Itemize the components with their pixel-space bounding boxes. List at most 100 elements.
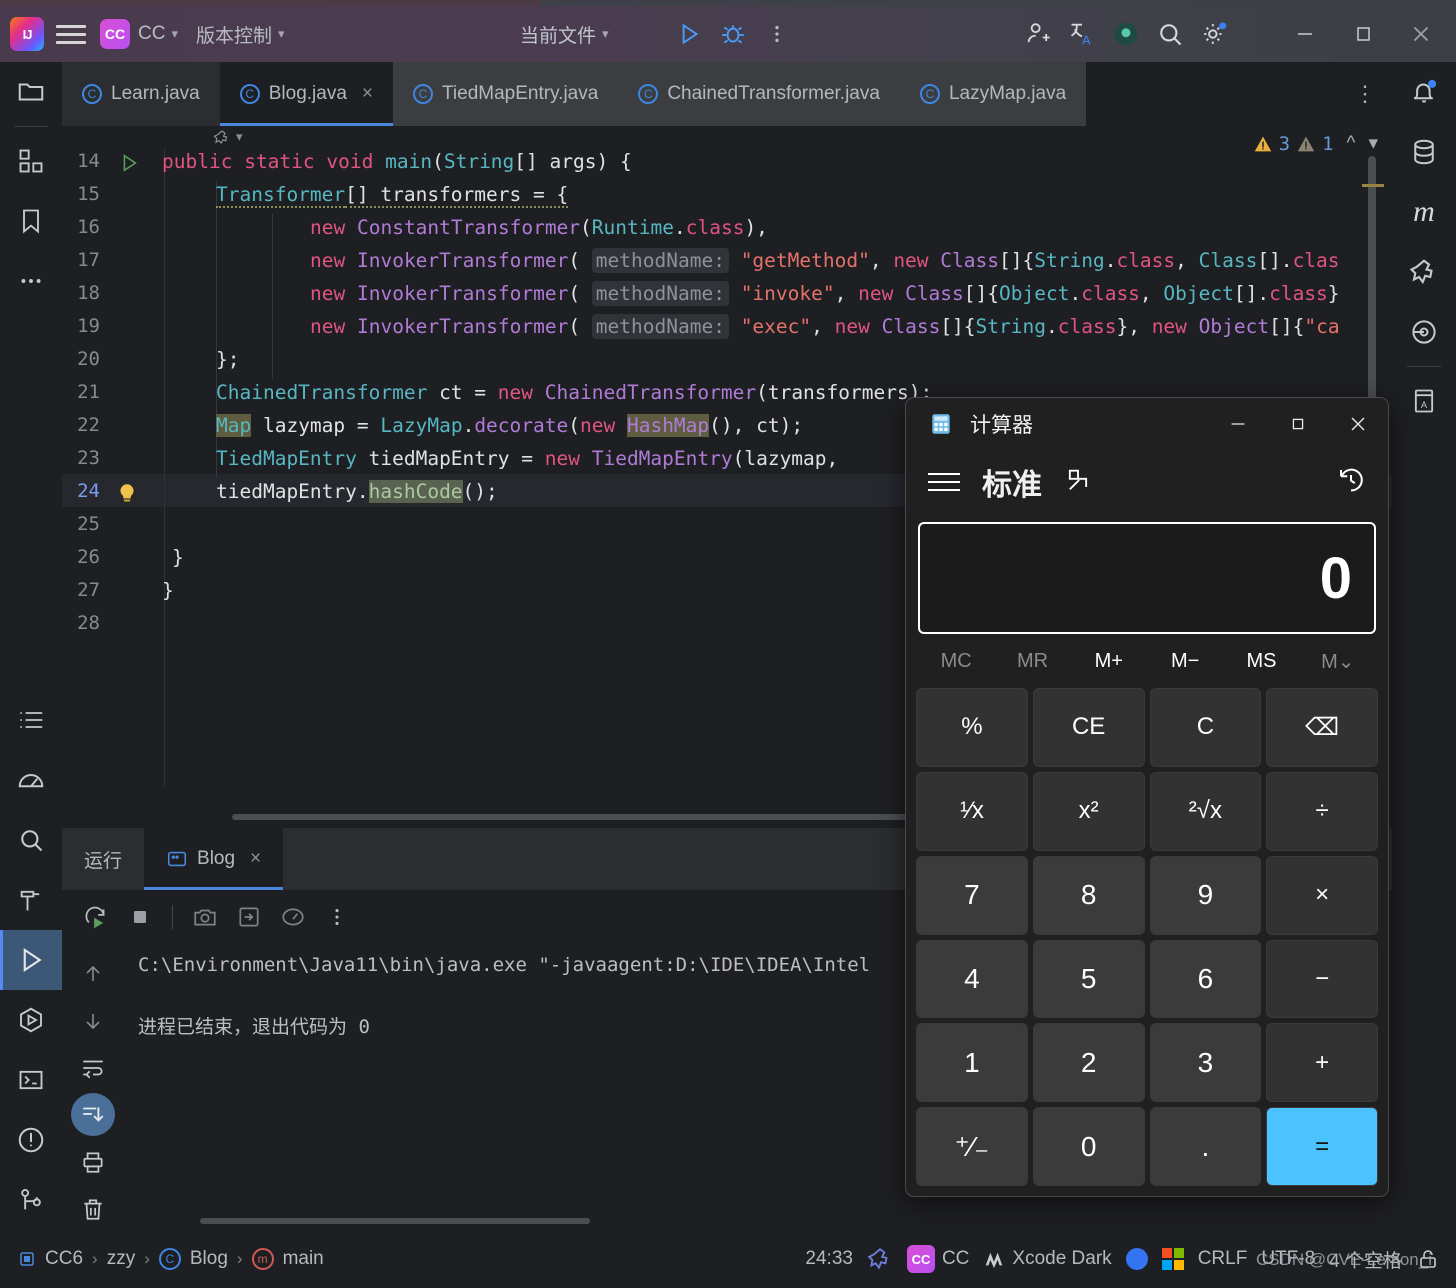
key-9[interactable]: 9	[1149, 855, 1262, 935]
project-icon[interactable]	[0, 62, 62, 122]
calculator-window[interactable]: 计算器 标准 0 MC MR M+ M− MS M⌄ % CE C ⌫ ¹⁄x …	[905, 397, 1389, 1197]
gradle-icon[interactable]	[867, 1246, 893, 1272]
add-user-icon[interactable]	[1016, 14, 1060, 54]
vcs-label[interactable]: 版本控制	[196, 21, 272, 48]
key-3[interactable]: 3	[1149, 1023, 1262, 1103]
memory-clear-button[interactable]: MC	[918, 650, 994, 673]
scroll-to-end-icon[interactable]	[71, 1093, 115, 1136]
close-icon[interactable]: ×	[362, 83, 373, 105]
key-reciprocal[interactable]: ¹⁄x	[916, 771, 1028, 851]
close-icon[interactable]	[1328, 398, 1388, 450]
key-square-root[interactable]: ²√x	[1149, 771, 1262, 851]
more-vertical-icon[interactable]	[755, 14, 799, 54]
scroll-up-icon[interactable]	[71, 952, 115, 995]
structure-icon[interactable]	[0, 131, 62, 191]
intention-bulb-icon[interactable]	[114, 481, 140, 512]
run-config-selector[interactable]: 当前文件	[520, 21, 596, 48]
dump-threads-icon[interactable]	[229, 897, 269, 937]
gradle-icon[interactable]	[1393, 242, 1455, 302]
profiler-icon[interactable]	[0, 750, 62, 810]
console-horizontal-scrollbar[interactable]	[200, 1218, 590, 1224]
search-icon[interactable]	[1148, 14, 1192, 54]
blue-dot-icon[interactable]	[1125, 1248, 1148, 1270]
soft-wrap-icon[interactable]	[71, 1046, 115, 1089]
endpoints-icon[interactable]	[1393, 302, 1455, 362]
caret-position[interactable]: 24:33	[805, 1248, 853, 1270]
more-vertical-icon[interactable]: ⋮	[1338, 62, 1392, 126]
breadcrumb-item-method[interactable]: main	[283, 1248, 324, 1270]
editor-gutter[interactable]: 14 15 16 17 18 19 20 21 22 23 24 25 26 2…	[62, 148, 162, 828]
memory-list-button[interactable]: M⌄	[1300, 649, 1376, 674]
breadcrumb-item-module[interactable]: CC6	[45, 1248, 83, 1270]
hamburger-menu-icon[interactable]	[56, 22, 86, 46]
clear-all-icon[interactable]	[71, 1187, 115, 1230]
more-tool-windows-icon[interactable]	[0, 251, 62, 311]
build-icon[interactable]	[0, 870, 62, 930]
print-icon[interactable]	[71, 1140, 115, 1183]
notifications-icon[interactable]	[1393, 62, 1455, 122]
debug-tool-icon[interactable]	[0, 990, 62, 1050]
branch-widget[interactable]: CC CC	[906, 1245, 969, 1273]
key-decimal[interactable]: .	[1149, 1107, 1262, 1186]
project-badge[interactable]: CC	[100, 19, 130, 49]
history-icon[interactable]	[1336, 465, 1366, 500]
project-name[interactable]: CC	[138, 23, 165, 45]
tab-lazymap-java[interactable]: C LazyMap.java	[899, 62, 1087, 126]
run-config-tab-blog[interactable]: Blog ×	[144, 828, 284, 890]
editor-horizontal-scrollbar[interactable]	[232, 814, 992, 820]
problems-icon[interactable]	[0, 1110, 62, 1170]
more-vertical-icon[interactable]	[317, 897, 357, 937]
terminal-icon[interactable]	[0, 1050, 62, 1110]
chevron-down-icon[interactable]: ▾	[278, 26, 285, 42]
database-icon[interactable]	[1393, 122, 1455, 182]
tab-learn-java[interactable]: C Learn.java	[62, 62, 220, 126]
line-separator-widget[interactable]: CRLF	[1198, 1248, 1248, 1270]
minimize-icon[interactable]	[1208, 398, 1268, 450]
translate-icon[interactable]: A	[1060, 14, 1104, 54]
maximize-icon[interactable]	[1268, 398, 1328, 450]
key-subtract[interactable]: −	[1266, 939, 1378, 1019]
rerun-icon[interactable]	[76, 897, 116, 937]
minimize-icon[interactable]	[1276, 7, 1334, 61]
breadcrumb-item-class[interactable]: Blog	[190, 1248, 228, 1270]
bookmarks-icon[interactable]	[0, 191, 62, 251]
key-plus-minus[interactable]: ⁺⁄₋	[916, 1107, 1028, 1186]
gear-icon[interactable]	[1192, 14, 1236, 54]
stop-icon[interactable]	[120, 897, 160, 937]
memory-store-button[interactable]: MS	[1223, 650, 1299, 673]
tab-chainedtransformer-java[interactable]: C ChainedTransformer.java	[618, 62, 900, 126]
key-0[interactable]: 0	[1032, 1107, 1145, 1186]
record-indicator-icon[interactable]	[1104, 14, 1148, 54]
windows-logo-icon[interactable]	[1161, 1248, 1184, 1270]
chevron-down-icon[interactable]: ▾	[236, 129, 243, 145]
profiler-icon[interactable]	[273, 897, 313, 937]
hamburger-menu-icon[interactable]	[928, 473, 960, 491]
git-icon[interactable]	[0, 1170, 62, 1230]
key-backspace[interactable]: ⌫	[1266, 688, 1378, 767]
key-divide[interactable]: ÷	[1266, 771, 1378, 851]
keep-on-top-icon[interactable]	[1064, 466, 1092, 499]
key-percent[interactable]: %	[916, 688, 1028, 767]
key-2[interactable]: 2	[1032, 1023, 1145, 1103]
memory-recall-button[interactable]: MR	[994, 650, 1070, 673]
key-add[interactable]: +	[1266, 1023, 1378, 1103]
error-stripe-mark[interactable]	[1362, 184, 1384, 187]
scroll-down-icon[interactable]	[71, 999, 115, 1042]
key-multiply[interactable]: ×	[1266, 855, 1378, 935]
close-icon[interactable]	[1392, 7, 1450, 61]
key-equals[interactable]: =	[1266, 1107, 1378, 1186]
sidebar-item-run[interactable]	[0, 930, 62, 990]
todo-icon[interactable]	[0, 690, 62, 750]
tab-blog-java[interactable]: C Blog.java ×	[219, 62, 394, 126]
breadcrumb-item-package[interactable]: zzy	[107, 1248, 136, 1270]
key-clear[interactable]: C	[1149, 688, 1262, 767]
debug-icon[interactable]	[711, 14, 755, 54]
memory-subtract-button[interactable]: M−	[1147, 650, 1223, 673]
key-7[interactable]: 7	[916, 855, 1028, 935]
maximize-icon[interactable]	[1334, 7, 1392, 61]
run-gutter-icon[interactable]	[118, 152, 140, 179]
chevron-down-icon[interactable]: ▾	[602, 26, 609, 42]
theme-widget[interactable]: Xcode Dark	[983, 1248, 1112, 1270]
key-5[interactable]: 5	[1032, 939, 1145, 1019]
chevron-down-icon[interactable]: ▾	[171, 26, 178, 42]
